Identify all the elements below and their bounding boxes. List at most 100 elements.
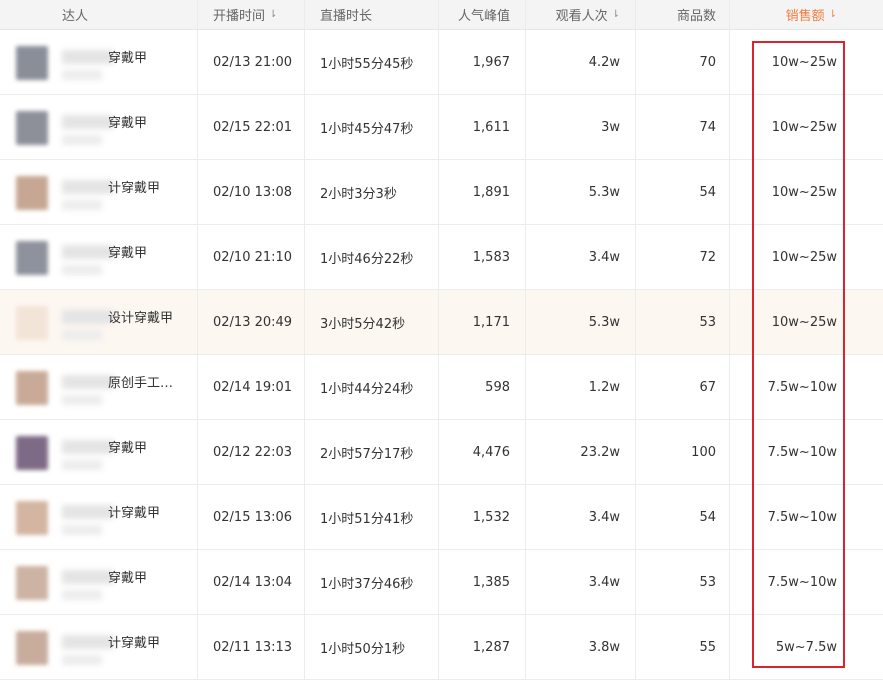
table-row[interactable]: 穿戴甲 02/12 22:03 2小时57分17秒 4,476 23.2w 100 7.5w…	[0, 420, 883, 485]
table-body: 穿戴甲 02/13 21:00 1小时55分45秒 1,967 4.2w 70 10w~25…	[0, 30, 883, 680]
table-row[interactable]: 计穿戴甲 02/11 13:13 1小时50分1秒 1,287 3.8w 55 5w~7.5…	[0, 615, 883, 680]
streamer-name: 穿戴甲	[108, 246, 148, 261]
streamer-name: 穿戴甲	[108, 116, 148, 131]
streamer-name: 穿戴甲	[108, 571, 148, 586]
products-cell: 55	[635, 615, 729, 679]
blurred-name	[62, 440, 114, 454]
table-row[interactable]: 穿戴甲 02/10 21:10 1小时46分22秒 1,583 3.4w 72 10w~25…	[0, 225, 883, 290]
col-header-name: 达人	[62, 9, 89, 24]
peak-cell: 4,476	[438, 420, 525, 484]
duration-cell: 3小时5分42秒	[304, 290, 438, 354]
blurred-name	[62, 505, 114, 519]
products-cell: 74	[635, 95, 729, 159]
streamer-cell[interactable]: 计穿戴甲	[0, 160, 197, 224]
col-header-views[interactable]: 观看人次 ⇂	[525, 0, 635, 29]
avatar	[16, 241, 48, 275]
table-header: 达人 开播时间 ⇂ 直播时长 人气峰值 观看人次 ⇂ 商品数 销售额 ⇂	[0, 0, 883, 30]
streamer-cell[interactable]: 穿戴甲	[0, 550, 197, 614]
sales-cell: 7.5w~10w	[729, 485, 883, 549]
duration-cell: 1小时44分24秒	[304, 355, 438, 419]
start-time-cell: 02/15 13:06	[197, 485, 304, 549]
streamer-name: 计穿戴甲	[108, 506, 161, 521]
sort-down-icon: ⇂	[828, 9, 837, 20]
peak-cell: 1,891	[438, 160, 525, 224]
sales-cell: 7.5w~10w	[729, 550, 883, 614]
peak-cell: 598	[438, 355, 525, 419]
blurred-subtext	[62, 330, 102, 340]
avatar	[16, 501, 48, 535]
streamer-name: 穿戴甲	[108, 441, 148, 456]
blurred-name	[62, 180, 114, 194]
col-header-peak: 人气峰值	[438, 0, 525, 29]
streamer-cell[interactable]: 计穿戴甲	[0, 485, 197, 549]
peak-cell: 1,611	[438, 95, 525, 159]
sales-cell: 10w~25w	[729, 225, 883, 289]
streamer-name: 计穿戴甲	[108, 181, 161, 196]
blurred-subtext	[62, 70, 102, 80]
views-cell: 5.3w	[525, 290, 635, 354]
blurred-subtext	[62, 655, 102, 665]
streamer-cell[interactable]: 穿戴甲	[0, 30, 197, 94]
products-cell: 72	[635, 225, 729, 289]
peak-cell: 1,967	[438, 30, 525, 94]
streamer-cell[interactable]: 原创手工…	[0, 355, 197, 419]
streamer-cell[interactable]: 穿戴甲	[0, 225, 197, 289]
streamer-name: 设计穿戴甲	[108, 311, 174, 326]
products-cell: 100	[635, 420, 729, 484]
table-row[interactable]: 原创手工… 02/14 19:01 1小时44分24秒 598 1.2w 67 7.5w~1…	[0, 355, 883, 420]
products-cell: 54	[635, 160, 729, 224]
live-stream-table: 达人 开播时间 ⇂ 直播时长 人气峰值 观看人次 ⇂ 商品数 销售额 ⇂ 穿戴甲 02/…	[0, 0, 883, 680]
blurred-name	[62, 115, 114, 129]
duration-cell: 1小时50分1秒	[304, 615, 438, 679]
col-header-start-time[interactable]: 开播时间 ⇂	[197, 0, 304, 29]
blurred-subtext	[62, 135, 102, 145]
avatar	[16, 631, 48, 665]
duration-cell: 2小时57分17秒	[304, 420, 438, 484]
sales-cell: 7.5w~10w	[729, 355, 883, 419]
col-header-products: 商品数	[635, 0, 729, 29]
sales-cell: 10w~25w	[729, 160, 883, 224]
blurred-name	[62, 375, 114, 389]
blurred-subtext	[62, 590, 102, 600]
views-cell: 1.2w	[525, 355, 635, 419]
start-time-cell: 02/10 21:10	[197, 225, 304, 289]
sales-cell: 10w~25w	[729, 290, 883, 354]
streamer-name: 穿戴甲	[108, 51, 148, 66]
products-cell: 53	[635, 290, 729, 354]
streamer-cell[interactable]: 穿戴甲	[0, 95, 197, 159]
start-time-cell: 02/15 22:01	[197, 95, 304, 159]
streamer-cell[interactable]: 计穿戴甲	[0, 615, 197, 679]
sales-cell: 10w~25w	[729, 30, 883, 94]
peak-cell: 1,385	[438, 550, 525, 614]
table-row[interactable]: 穿戴甲 02/13 21:00 1小时55分45秒 1,967 4.2w 70 10w~25…	[0, 30, 883, 95]
start-time-cell: 02/12 22:03	[197, 420, 304, 484]
table-row[interactable]: 计穿戴甲 02/10 13:08 2小时3分3秒 1,891 5.3w 54 10w~25w	[0, 160, 883, 225]
avatar	[16, 176, 48, 210]
start-time-cell: 02/14 13:04	[197, 550, 304, 614]
sales-cell: 7.5w~10w	[729, 420, 883, 484]
blurred-subtext	[62, 525, 102, 535]
start-time-cell: 02/10 13:08	[197, 160, 304, 224]
col-header-sales[interactable]: 销售额 ⇂	[729, 0, 883, 29]
table-row[interactable]: 设计穿戴甲 02/13 20:49 3小时5分42秒 1,171 5.3w 53 10w~2…	[0, 290, 883, 355]
sort-down-icon: ⇂	[269, 9, 278, 20]
streamer-cell[interactable]: 穿戴甲	[0, 420, 197, 484]
table-row[interactable]: 穿戴甲 02/15 22:01 1小时45分47秒 1,611 3w 74 10w~25w	[0, 95, 883, 160]
views-cell: 3w	[525, 95, 635, 159]
blurred-subtext	[62, 395, 102, 405]
start-time-cell: 02/14 19:01	[197, 355, 304, 419]
views-cell: 4.2w	[525, 30, 635, 94]
views-cell: 3.4w	[525, 485, 635, 549]
table-row[interactable]: 计穿戴甲 02/15 13:06 1小时51分41秒 1,532 3.4w 54 7.5w~…	[0, 485, 883, 550]
avatar	[16, 371, 48, 405]
table-row[interactable]: 穿戴甲 02/14 13:04 1小时37分46秒 1,385 3.4w 53 7.5w~1…	[0, 550, 883, 615]
duration-cell: 1小时45分47秒	[304, 95, 438, 159]
blurred-name	[62, 50, 114, 64]
sales-cell: 5w~7.5w	[729, 615, 883, 679]
duration-cell: 1小时51分41秒	[304, 485, 438, 549]
streamer-cell[interactable]: 设计穿戴甲	[0, 290, 197, 354]
products-cell: 54	[635, 485, 729, 549]
views-cell: 5.3w	[525, 160, 635, 224]
sort-down-icon: ⇂	[611, 9, 620, 20]
blurred-name	[62, 310, 114, 324]
